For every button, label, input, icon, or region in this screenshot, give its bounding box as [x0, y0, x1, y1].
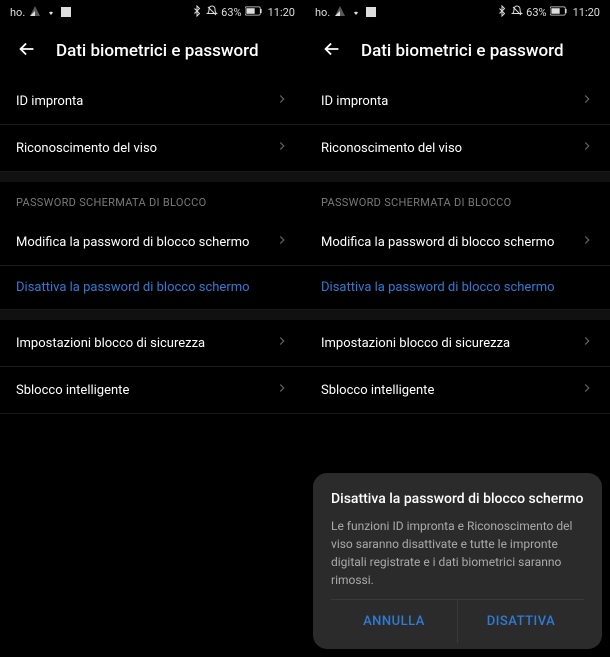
signal-icon [29, 5, 41, 20]
header: Dati biometrici e password [305, 24, 610, 78]
item-label: Disattiva la password di blocco schermo [16, 280, 250, 295]
item-label: ID impronta [16, 94, 83, 109]
mute-icon [511, 5, 523, 20]
clock: 11:20 [573, 6, 600, 19]
item-face[interactable]: Riconoscimento del viso [0, 125, 305, 172]
screen-left: ho. 63% 11:20 Dati biometrici e password… [0, 0, 305, 657]
section-divider [305, 172, 610, 182]
mute-icon [206, 5, 218, 20]
section-divider [0, 172, 305, 182]
clock: 11:20 [268, 6, 295, 19]
item-label: Riconoscimento del viso [321, 141, 462, 156]
item-smart-unlock[interactable]: Sblocco intelligente [305, 367, 610, 414]
battery-icon [245, 6, 263, 19]
item-security-settings[interactable]: Impostazioni blocco di sicurezza [0, 320, 305, 367]
carrier-label: ho. [10, 6, 25, 19]
chevron-right-icon [275, 139, 289, 157]
confirm-button[interactable]: DISATTIVA [458, 600, 584, 643]
section-header-lockpw: PASSWORD SCHERMATA DI BLOCCO [0, 182, 305, 219]
item-label: Riconoscimento del viso [16, 141, 157, 156]
battery-percent: 63% [526, 6, 546, 19]
chevron-right-icon [275, 334, 289, 352]
dialog-body: Le funzioni ID impronta e Riconoscimento… [331, 517, 584, 589]
sim-icon [61, 7, 71, 17]
item-label: Sblocco intelligente [16, 383, 129, 398]
chevron-right-icon [580, 334, 594, 352]
dialog-actions: ANNULLA DISATTIVA [331, 599, 584, 643]
sim-icon [366, 7, 376, 17]
item-smart-unlock[interactable]: Sblocco intelligente [0, 367, 305, 414]
back-icon[interactable] [321, 38, 343, 64]
page-title: Dati biometrici e password [56, 41, 259, 61]
item-security-settings[interactable]: Impostazioni blocco di sicurezza [305, 320, 610, 367]
page-title: Dati biometrici e password [361, 41, 564, 61]
item-face[interactable]: Riconoscimento del viso [305, 125, 610, 172]
chevron-right-icon [580, 92, 594, 110]
confirm-dialog: Disattiva la password di blocco schermo … [313, 473, 602, 649]
chevron-right-icon [580, 139, 594, 157]
chevron-right-icon [275, 381, 289, 399]
item-label: Modifica la password di blocco schermo [16, 235, 249, 250]
status-bar: ho. 63% 11:20 [0, 0, 305, 24]
item-label: Modifica la password di blocco schermo [321, 235, 554, 250]
item-label: Disattiva la password di blocco schermo [321, 280, 555, 295]
chevron-right-icon [275, 92, 289, 110]
dialog-title: Disattiva la password di blocco schermo [331, 491, 584, 507]
chevron-right-icon [580, 381, 594, 399]
battery-icon [550, 6, 568, 19]
cancel-button[interactable]: ANNULLA [331, 600, 458, 643]
status-bar: ho. 63% 11:20 [305, 0, 610, 24]
back-icon[interactable] [16, 38, 38, 64]
section-header-lockpw: PASSWORD SCHERMATA DI BLOCCO [305, 182, 610, 219]
section-divider [0, 310, 305, 320]
wifi-icon [350, 5, 362, 20]
item-label: ID impronta [321, 94, 388, 109]
screen-right: ho. 63% 11:20 Dati biometrici e password… [305, 0, 610, 657]
header: Dati biometrici e password [0, 24, 305, 78]
chevron-right-icon [580, 233, 594, 251]
signal-icon [334, 5, 346, 20]
wifi-icon [45, 5, 57, 20]
item-fingerprint[interactable]: ID impronta [0, 78, 305, 125]
battery-percent: 63% [221, 6, 241, 19]
chevron-right-icon [275, 233, 289, 251]
item-label: Impostazioni blocco di sicurezza [321, 336, 510, 351]
bluetooth-icon [496, 5, 508, 20]
item-change-password[interactable]: Modifica la password di blocco schermo [0, 219, 305, 266]
section-divider [305, 310, 610, 320]
carrier-label: ho. [315, 6, 330, 19]
item-label: Impostazioni blocco di sicurezza [16, 336, 205, 351]
bluetooth-icon [191, 5, 203, 20]
item-disable-password[interactable]: Disattiva la password di blocco schermo [305, 266, 610, 310]
item-disable-password[interactable]: Disattiva la password di blocco schermo [0, 266, 305, 310]
item-change-password[interactable]: Modifica la password di blocco schermo [305, 219, 610, 266]
item-fingerprint[interactable]: ID impronta [305, 78, 610, 125]
item-label: Sblocco intelligente [321, 383, 434, 398]
